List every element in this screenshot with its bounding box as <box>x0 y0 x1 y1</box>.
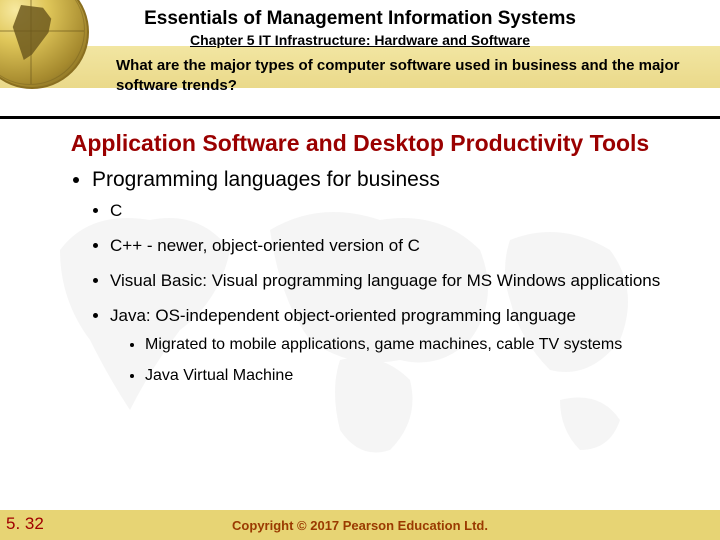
bullet-main: Programming languages for business <box>92 168 680 192</box>
header-divider <box>0 116 720 119</box>
chapter-label: Chapter 5 IT Infrastructure: Hardware an… <box>0 32 720 48</box>
slide-header: Essentials of Management Information Sys… <box>0 0 720 48</box>
page-number: 5. 32 <box>6 514 44 534</box>
bullet-subitem: Migrated to mobile applications, game ma… <box>145 334 680 356</box>
bullet-item: C++ - newer, object-oriented version of … <box>110 235 680 258</box>
bullet-subitem: Java Virtual Machine <box>145 365 680 387</box>
bullet-item-text: Java: OS-independent object-oriented pro… <box>110 306 576 325</box>
section-title: Application Software and Desktop Product… <box>0 130 720 157</box>
footer-bar: Copyright © 2017 Pearson Education Ltd. <box>0 510 720 540</box>
bullet-item: Visual Basic: Visual programming languag… <box>110 270 680 293</box>
slide-content: Programming languages for business C C++… <box>70 168 680 399</box>
chapter-question-wrap: What are the major types of computer sof… <box>116 56 700 95</box>
copyright-text: Copyright © 2017 Pearson Education Ltd. <box>232 518 488 533</box>
chapter-question: What are the major types of computer sof… <box>116 56 700 95</box>
bullet-item: Java: OS-independent object-oriented pro… <box>110 305 680 387</box>
book-title: Essentials of Management Information Sys… <box>0 8 720 30</box>
bullet-item: C <box>110 200 680 223</box>
